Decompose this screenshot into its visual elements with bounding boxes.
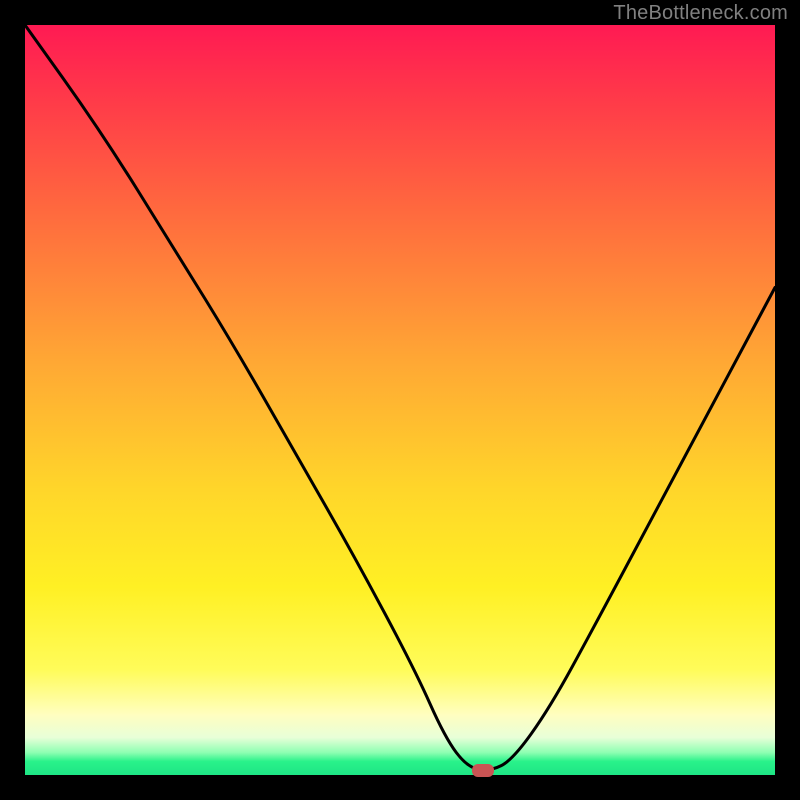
plot-area	[25, 25, 775, 775]
optimal-point-marker	[472, 764, 494, 777]
bottleneck-curve	[25, 25, 775, 775]
chart-frame: TheBottleneck.com	[0, 0, 800, 800]
watermark-text: TheBottleneck.com	[613, 2, 788, 25]
